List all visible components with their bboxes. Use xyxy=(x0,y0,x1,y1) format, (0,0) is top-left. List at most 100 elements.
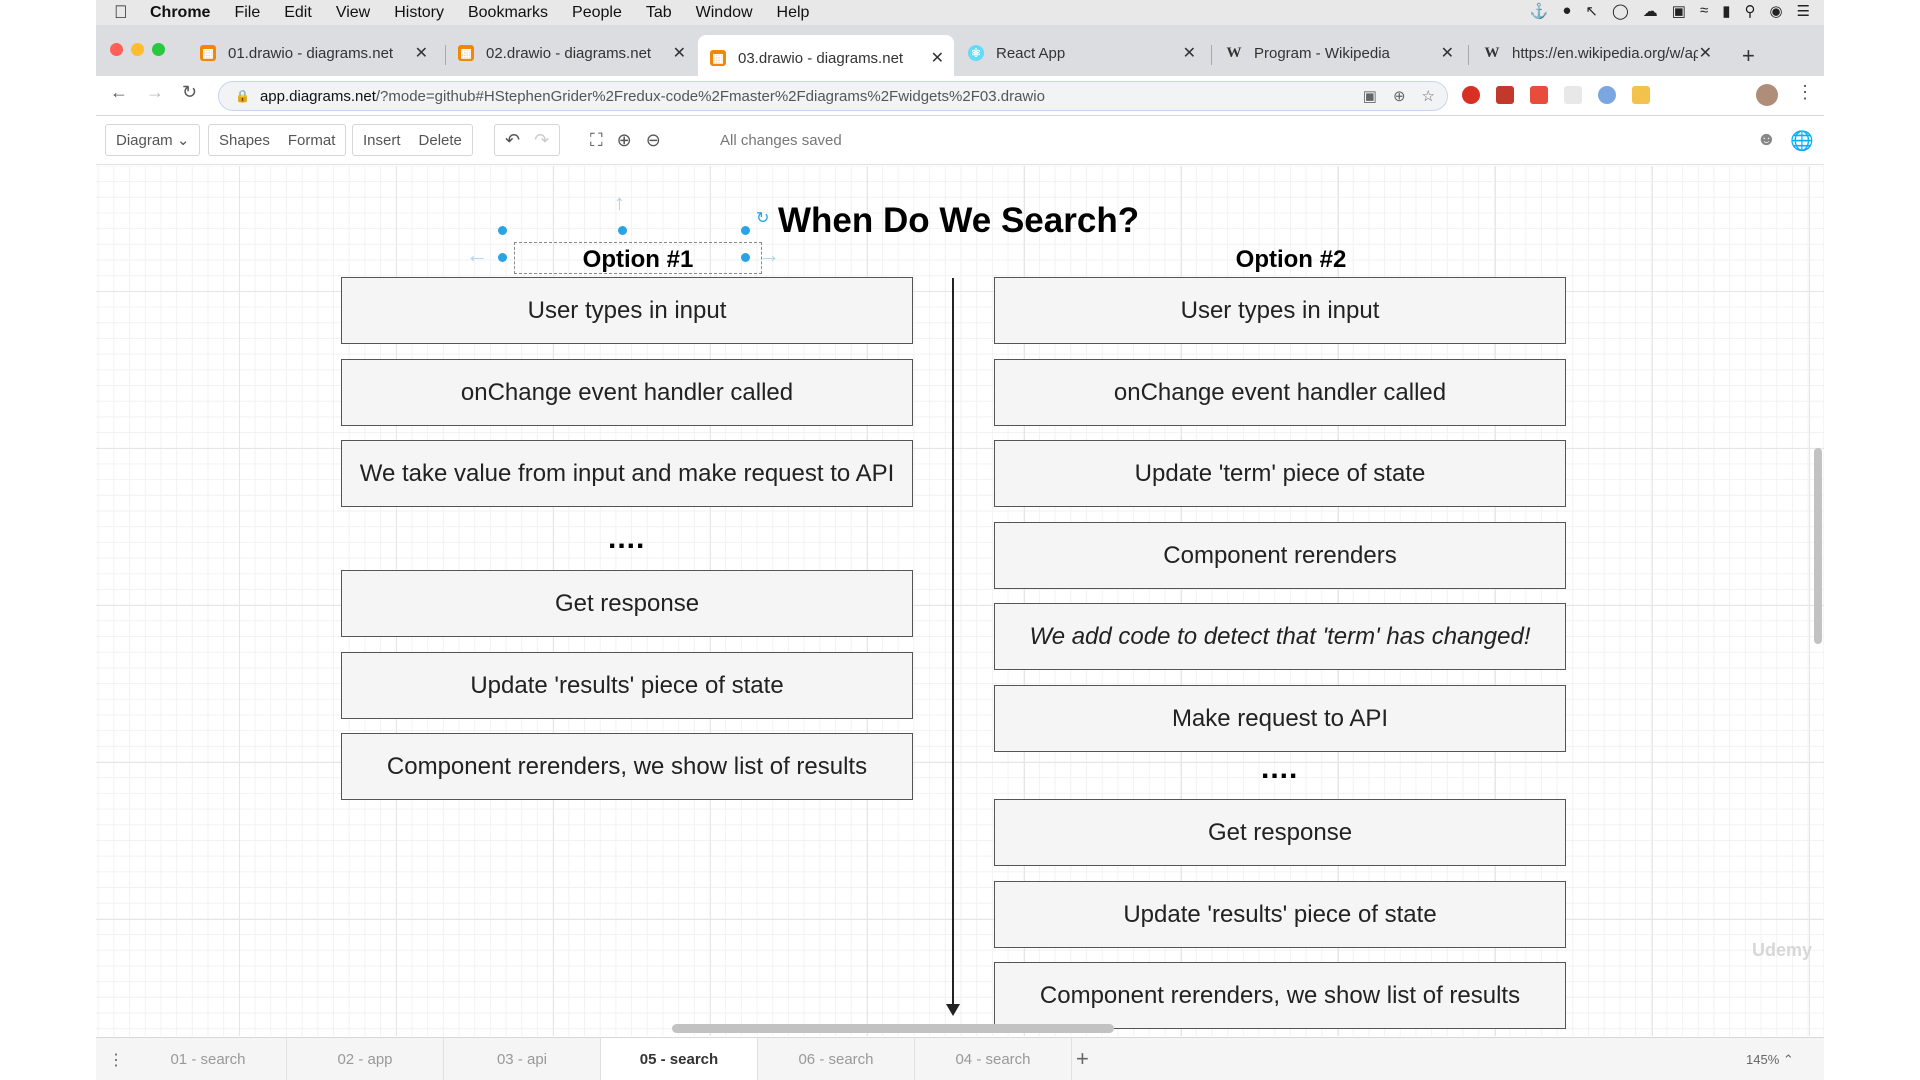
address-bar[interactable]: 🔒 app.diagrams.net /?mode=github#HStephe… xyxy=(218,81,1448,111)
menu-people[interactable]: People xyxy=(572,4,622,22)
shapes-button[interactable]: Shapes xyxy=(219,132,270,149)
option-2-step[interactable]: Component rerenders, we show list of res… xyxy=(994,962,1566,1029)
browser-tab-4[interactable]: ⚛ React App ✕ xyxy=(956,35,1206,71)
close-tab-icon[interactable]: ✕ xyxy=(415,43,428,63)
option-1-step[interactable]: We take value from input and make reques… xyxy=(341,440,913,507)
grid-extension-icon[interactable] xyxy=(1564,86,1582,104)
ublock-extension-icon[interactable] xyxy=(1496,86,1514,104)
page-tab-active[interactable]: 05 - search xyxy=(601,1038,758,1080)
option-2-step[interactable]: We add code to detect that 'term' has ch… xyxy=(994,603,1566,670)
option-1-step[interactable]: Component rerenders, we show list of res… xyxy=(341,733,913,800)
menu-view[interactable]: View xyxy=(336,4,370,22)
page-tab[interactable]: 03 - api xyxy=(444,1038,601,1080)
delete-button[interactable]: Delete xyxy=(419,132,462,149)
add-page-icon[interactable]: + xyxy=(1076,1046,1089,1072)
option-2-step[interactable]: Get response xyxy=(994,799,1566,866)
connect-arrow-right-icon[interactable]: → xyxy=(758,242,780,268)
zoom-level[interactable]: 145% ⌃ xyxy=(1746,1052,1794,1068)
menu-bookmarks[interactable]: Bookmarks xyxy=(468,4,548,22)
close-tab-icon[interactable]: ✕ xyxy=(673,43,686,63)
connect-arrow-up-icon[interactable]: ↑ xyxy=(614,190,625,216)
menu-edit[interactable]: Edit xyxy=(284,4,312,22)
browser-tab-1[interactable]: ▦ 01.drawio - diagrams.net ✕ xyxy=(188,35,438,71)
menu-history[interactable]: History xyxy=(394,4,444,22)
apple-icon[interactable]:  xyxy=(114,2,144,23)
menu-file[interactable]: File xyxy=(234,4,260,22)
option-2-heading[interactable]: Option #2 xyxy=(1091,246,1491,274)
horizontal-scrollbar[interactable] xyxy=(672,1024,1114,1033)
close-tab-icon[interactable]: ✕ xyxy=(931,48,944,68)
option-2-step[interactable]: Update 'results' piece of state xyxy=(994,881,1566,948)
browser-tab-3-active[interactable]: ▦ 03.drawio - diagrams.net ✕ xyxy=(698,35,954,81)
option-1-step[interactable]: onChange event handler called xyxy=(341,359,913,426)
option-1-step[interactable]: User types in input xyxy=(341,277,913,344)
option-2-step[interactable]: Component rerenders xyxy=(994,522,1566,589)
glasses-icon[interactable]: ◯ xyxy=(1612,2,1629,20)
profile-avatar[interactable] xyxy=(1756,84,1778,106)
battery-icon[interactable]: ▮ xyxy=(1722,2,1730,20)
opera-extension-icon[interactable] xyxy=(1462,86,1480,104)
close-window-button[interactable] xyxy=(110,43,123,56)
css-extension-icon[interactable] xyxy=(1632,86,1650,104)
option-2-step[interactable]: Update 'term' piece of state xyxy=(994,440,1566,507)
page-tab[interactable]: 06 - search xyxy=(758,1038,915,1080)
diagram-title[interactable]: When Do We Search? xyxy=(778,201,1139,241)
option-2-step[interactable]: User types in input xyxy=(994,277,1566,344)
close-tab-icon[interactable]: ✕ xyxy=(1441,43,1454,63)
zoom-window-button[interactable] xyxy=(152,43,165,56)
spotlight-search-icon[interactable]: ⚲ xyxy=(1744,2,1755,20)
option-2-ellipsis[interactable]: .... xyxy=(1261,752,1298,786)
new-tab-icon[interactable]: + xyxy=(1742,43,1755,69)
resize-handle[interactable] xyxy=(618,226,627,235)
page-tab[interactable]: 04 - search xyxy=(915,1038,1072,1080)
close-tab-icon[interactable]: ✕ xyxy=(1183,43,1196,63)
wifi-icon[interactable]: ≈ xyxy=(1700,2,1708,20)
resize-handle[interactable] xyxy=(741,253,750,262)
format-button[interactable]: Format xyxy=(288,132,336,149)
rotate-handle-icon[interactable]: ↻ xyxy=(756,208,769,228)
reload-icon[interactable]: ↻ xyxy=(182,82,197,103)
lock-icon[interactable]: 🔒 xyxy=(235,89,250,103)
spotify-icon[interactable]: ● xyxy=(1562,2,1571,20)
notification-center-icon[interactable]: ☰ xyxy=(1797,2,1810,20)
menu-window[interactable]: Window xyxy=(696,4,753,22)
redo-icon[interactable]: ↷ xyxy=(534,130,549,151)
option-1-step[interactable]: Update 'results' piece of state xyxy=(341,652,913,719)
resize-handle[interactable] xyxy=(498,226,507,235)
option-1-ellipsis[interactable]: .... xyxy=(608,522,645,556)
resize-handle[interactable] xyxy=(741,226,750,235)
back-icon[interactable]: ← xyxy=(110,82,128,103)
lastpass-extension-icon[interactable] xyxy=(1530,86,1548,104)
install-app-icon[interactable]: ⊕ xyxy=(1393,87,1406,105)
menu-help[interactable]: Help xyxy=(777,4,810,22)
display-icon[interactable]: ▣ xyxy=(1672,2,1686,20)
browser-menu-icon[interactable]: ⋮ xyxy=(1796,82,1814,103)
option-1-step[interactable]: Get response xyxy=(341,570,913,637)
divider-arrow-line[interactable] xyxy=(952,278,954,1008)
insert-button[interactable]: Insert xyxy=(363,132,401,149)
siri-icon[interactable]: ◉ xyxy=(1769,2,1782,20)
cloud-icon[interactable]: ☁ xyxy=(1643,2,1658,20)
bookmark-star-icon[interactable]: ☆ xyxy=(1422,87,1435,105)
zoom-in-icon[interactable]: ⊕ xyxy=(617,130,632,151)
connect-arrow-left-icon[interactable]: ← xyxy=(466,242,488,268)
vertical-scrollbar[interactable] xyxy=(1814,448,1822,644)
fullscreen-icon[interactable]: ⛶ xyxy=(590,130,603,151)
close-tab-icon[interactable]: ✕ xyxy=(1699,43,1712,63)
browser-tab-5[interactable]: W Program - Wikipedia ✕ xyxy=(1214,35,1464,71)
undo-icon[interactable]: ↶ xyxy=(505,130,520,151)
minimize-window-button[interactable] xyxy=(131,43,144,56)
diagram-canvas[interactable]: When Do We Search? ↻ Option #1 ↑ ← → Use… xyxy=(96,166,1824,1036)
browser-tab-2[interactable]: ▦ 02.drawio - diagrams.net ✕ xyxy=(446,35,696,71)
zoom-out-icon[interactable]: ⊖ xyxy=(646,130,661,151)
page-tab[interactable]: 01 - search xyxy=(130,1038,287,1080)
resize-handle[interactable] xyxy=(498,253,507,262)
docker-icon[interactable]: ⚓ xyxy=(1530,2,1549,20)
pages-menu-icon[interactable]: ⋮ xyxy=(108,1050,124,1070)
circle-extension-icon[interactable] xyxy=(1598,86,1616,104)
diagram-menu-button[interactable]: Diagram ⌄ xyxy=(116,131,189,149)
option-2-step[interactable]: Make request to API xyxy=(994,685,1566,752)
browser-tab-6[interactable]: W https://en.wikipedia.org/w/aρ ✕ xyxy=(1472,35,1722,71)
user-icon[interactable]: ☻ xyxy=(1756,129,1776,153)
menu-tab[interactable]: Tab xyxy=(646,4,672,22)
